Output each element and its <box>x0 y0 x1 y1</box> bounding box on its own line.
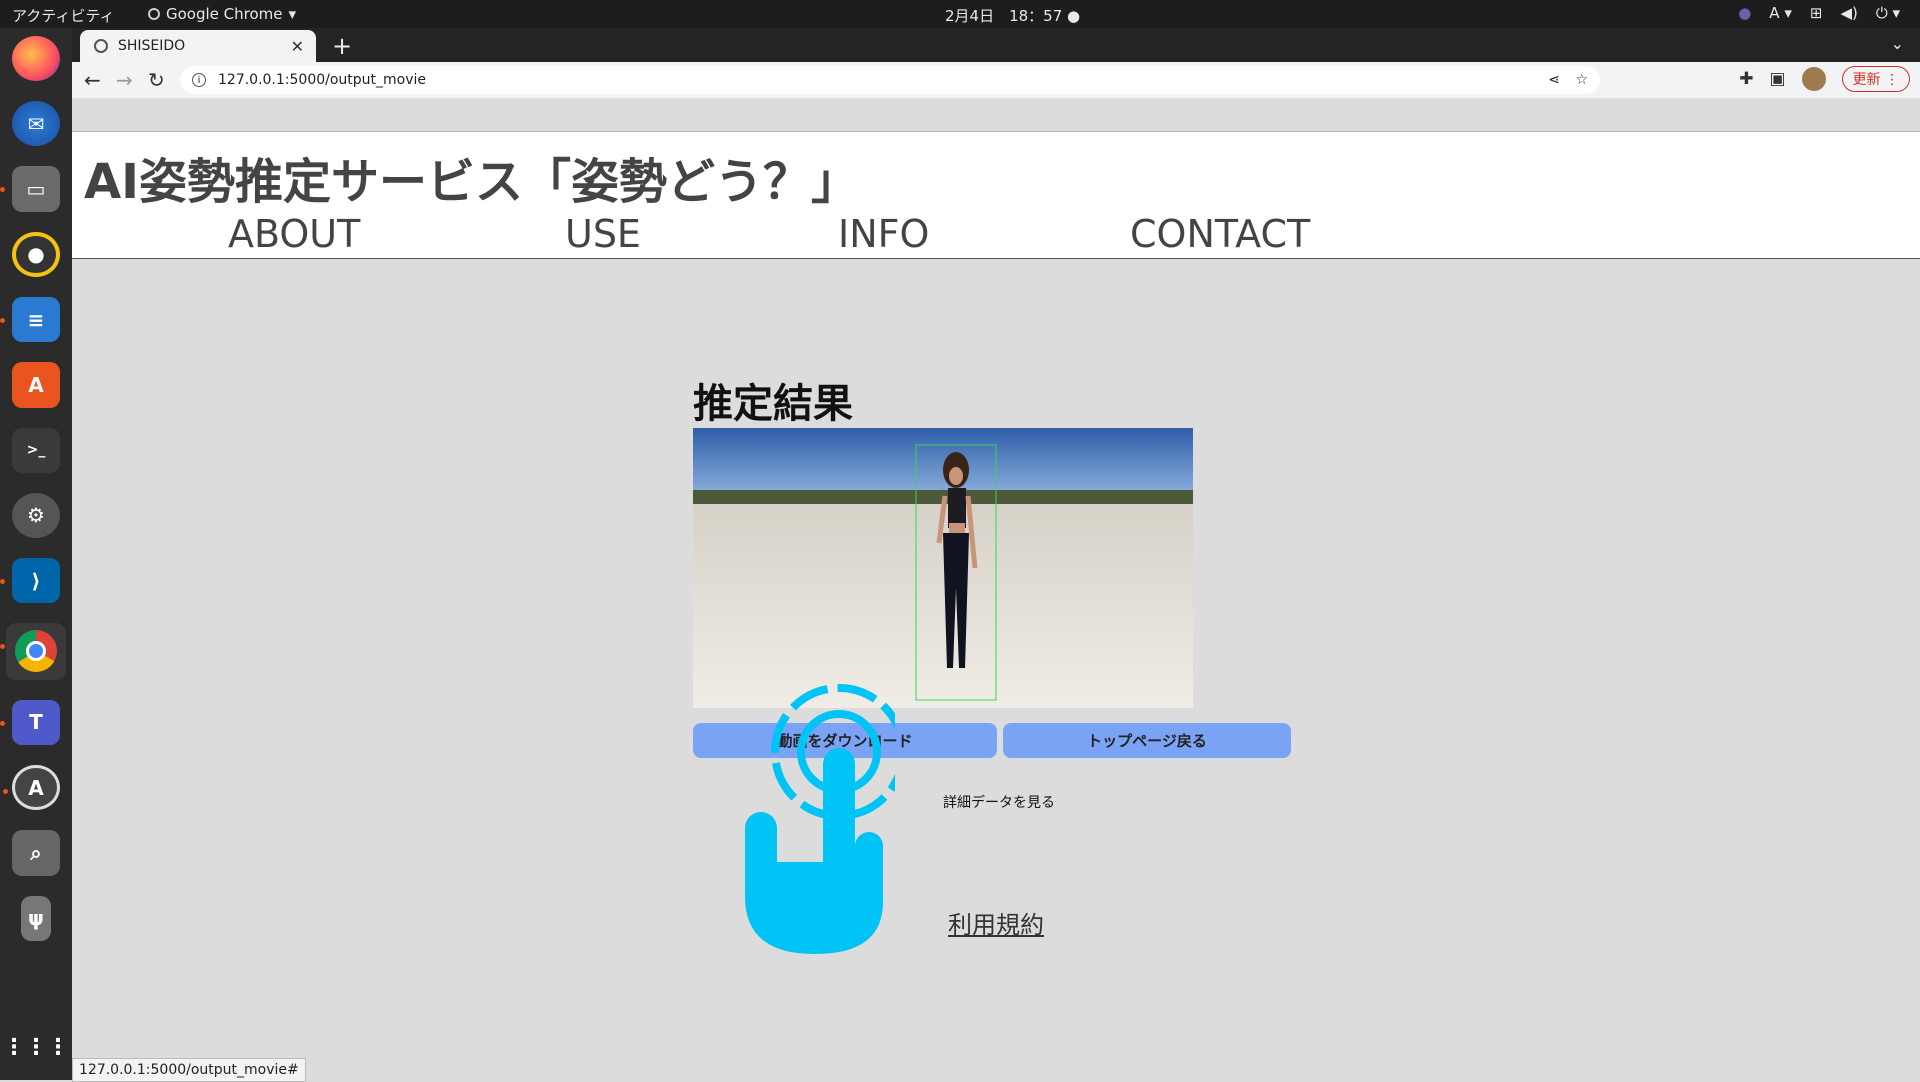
nav-contact[interactable]: CONTACT <box>1130 212 1310 256</box>
share-icon[interactable]: ⋖ <box>1548 72 1560 88</box>
clock-text: 2月4日 18：57 <box>945 7 1063 25</box>
terms-link[interactable]: 利用規約 <box>948 905 1044 940</box>
terminal-icon[interactable]: >_ <box>12 427 60 473</box>
files-icon[interactable]: ▭ <box>0 166 60 212</box>
input-method-indicator[interactable]: A ▾ <box>1769 4 1792 22</box>
vscode-icon[interactable]: ⟩ <box>0 557 60 604</box>
nav-use[interactable]: USE <box>565 212 641 256</box>
tap-hand-icon <box>745 684 895 954</box>
app-grid-icon[interactable]: ⋮⋮⋮ <box>3 1025 69 1070</box>
browser-toolbar: ← → ↻ i 127.0.0.1:5000/output_movie ⋖ ☆ … <box>72 62 1920 98</box>
usb-icon[interactable]: ψ <box>21 895 51 941</box>
teams-tray-icon[interactable]: ● <box>1738 4 1751 22</box>
input-method-label: A <box>1769 4 1780 22</box>
software-icon[interactable]: A <box>12 362 60 408</box>
browser-tab-strip: SHISEIDO ✕ + ⌄ <box>72 28 1920 62</box>
rhythmbox-icon[interactable]: ● <box>12 231 60 278</box>
web-page: AI姿勢推定サービス「姿勢どう？」 ABOUT USE INFO CONTACT… <box>72 98 1920 1080</box>
search-icon[interactable]: ⌕ <box>12 830 60 876</box>
update-label: 更新 <box>1852 72 1881 88</box>
caret-down-icon: ▾ <box>288 5 297 23</box>
link-status-bar: 127.0.0.1:5000/output_movie# <box>72 1058 306 1082</box>
firefox-icon[interactable] <box>12 36 60 82</box>
forward-icon[interactable]: → <box>116 68 133 92</box>
tab-search-button[interactable]: ⌄ <box>1891 34 1904 53</box>
url-text[interactable]: 127.0.0.1:5000/output_movie <box>218 72 426 88</box>
chrome-small-icon <box>148 8 160 20</box>
running-indicator <box>0 720 5 726</box>
site-header: AI姿勢推定サービス「姿勢どう？」 <box>72 131 1920 210</box>
chrome-icon[interactable] <box>0 623 66 680</box>
site-nav: ABOUT USE INFO CONTACT <box>72 208 1920 259</box>
activities-button[interactable]: アクティビティ <box>12 5 114 26</box>
update-button[interactable]: 更新 ⋮ <box>1841 66 1910 92</box>
new-tab-button[interactable]: + <box>332 32 352 60</box>
running-indicator <box>0 318 5 324</box>
network-icon[interactable]: ⊞ <box>1810 4 1823 22</box>
nav-info[interactable]: INFO <box>838 212 929 256</box>
star-icon[interactable]: ☆ <box>1575 72 1588 88</box>
address-bar[interactable]: i 127.0.0.1:5000/output_movie ⋖ ☆ <box>180 66 1600 94</box>
running-indicator <box>0 644 5 650</box>
status-url: 127.0.0.1:5000/output_movie# <box>79 1062 299 1078</box>
video-frame-image <box>693 428 1193 708</box>
extensions-icon[interactable]: ✚ <box>1739 69 1753 89</box>
back-to-top-button[interactable]: トップページ戻る <box>1003 723 1291 758</box>
updater-icon[interactable]: A <box>3 764 60 811</box>
site-title: AI姿勢推定サービス「姿勢どう？」 <box>84 154 860 210</box>
tab-shiseido[interactable]: SHISEIDO ✕ <box>80 30 316 62</box>
app-menu-label: Google Chrome <box>166 5 283 23</box>
close-icon[interactable]: ✕ <box>291 37 304 56</box>
app-menu[interactable]: Google Chrome ▾ <box>148 5 296 23</box>
tab-title: SHISEIDO <box>118 38 186 54</box>
globe-icon <box>94 39 108 53</box>
running-indicator <box>0 187 5 193</box>
nav-about[interactable]: ABOUT <box>228 212 360 256</box>
system-top-bar: アクティビティ Google Chrome ▾ 2月4日 18：57 ● ● A… <box>0 0 1920 28</box>
result-heading: 推定結果 <box>693 381 853 427</box>
clock[interactable]: 2月4日 18：57 ● <box>945 5 1080 26</box>
toolbar-actions: ✚ ▣ 更新 ⋮ <box>1739 66 1910 92</box>
thunderbird-icon[interactable]: ✉ <box>12 101 60 147</box>
running-indicator <box>3 788 8 794</box>
dock: ✉ ▭ ● ≡ A >_ ⚙ ⟩ T A ⌕ ψ ⋮⋮⋮ <box>0 28 72 1080</box>
detail-data-link[interactable]: 詳細データを見る <box>943 792 1055 812</box>
system-tray[interactable]: ● A ▾ ⊞ ◀) ⏻ ▾ <box>1738 4 1900 22</box>
volume-icon[interactable]: ◀) <box>1840 4 1857 22</box>
teams-icon[interactable]: T <box>0 699 60 745</box>
settings-icon[interactable]: ⚙ <box>12 492 60 538</box>
writer-icon[interactable]: ≡ <box>0 297 60 343</box>
power-icon[interactable]: ⏻ ▾ <box>1876 4 1900 22</box>
back-icon[interactable]: ← <box>84 68 101 92</box>
running-indicator <box>0 578 5 584</box>
reload-icon[interactable]: ↻ <box>148 68 165 92</box>
result-video[interactable] <box>693 428 1193 708</box>
back-to-top-label: トップページ戻る <box>1087 732 1207 750</box>
side-panel-icon[interactable]: ▣ <box>1769 69 1785 89</box>
chrome-logo <box>15 630 57 673</box>
info-icon[interactable]: i <box>192 73 206 87</box>
avatar[interactable] <box>1801 67 1826 91</box>
